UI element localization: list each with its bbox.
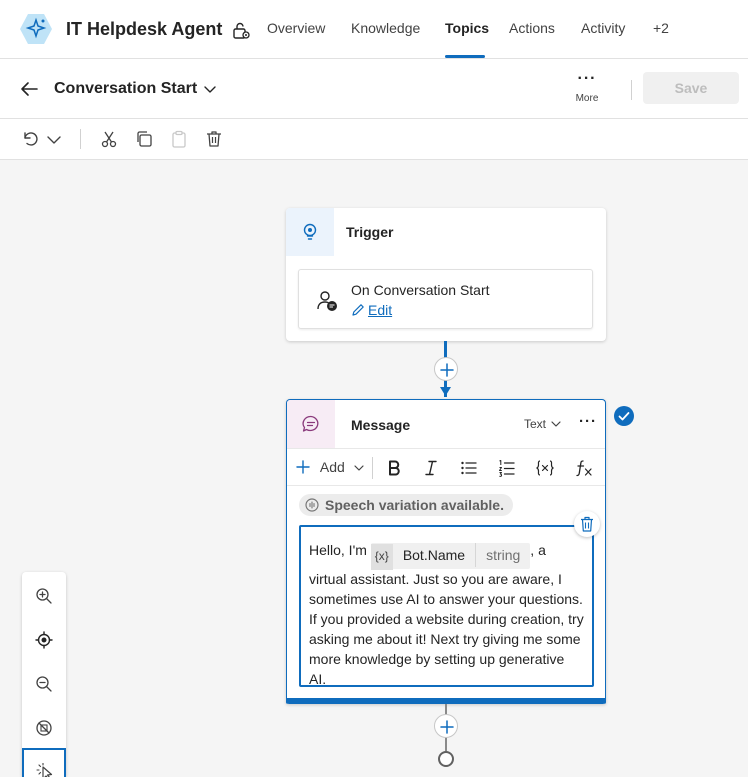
trigger-event-card[interactable]: On Conversation Start Edit — [298, 269, 593, 329]
edit-label: Edit — [368, 302, 393, 318]
authoring-canvas[interactable]: Trigger On Conversation Start Edit Messa… — [0, 160, 748, 777]
tab-activity[interactable]: Activity — [581, 20, 625, 36]
message-text-editor[interactable]: Hello, I'm {x} Bot.Name string, a virtual … — [299, 525, 594, 687]
edit-trigger-link[interactable]: Edit — [351, 302, 392, 318]
delete-message-button[interactable] — [574, 511, 600, 537]
canvas-zoom-controls — [22, 572, 66, 777]
trash-icon — [581, 516, 593, 532]
back-arrow-icon[interactable] — [18, 78, 40, 100]
agent-logo-icon — [20, 14, 52, 44]
trigger-bulb-icon — [303, 223, 317, 240]
speech-variation-text: Speech variation available. — [325, 497, 504, 513]
top-navigation-bar: IT Helpdesk Agent Overview Knowledge Top… — [0, 0, 748, 59]
select-tool-button[interactable] — [22, 748, 66, 777]
pencil-icon — [352, 304, 364, 316]
chevron-down-icon — [551, 421, 561, 427]
agent-name: IT Helpdesk Agent — [66, 19, 223, 39]
italic-icon[interactable] — [421, 458, 441, 478]
trigger-event-name: On Conversation Start — [351, 282, 490, 298]
speech-variation-badge[interactable]: Speech variation available. — [299, 494, 513, 516]
plus-icon — [440, 720, 454, 734]
undo-icon[interactable] — [20, 129, 40, 149]
message-title: Message — [351, 417, 411, 433]
recenter-icon[interactable] — [34, 630, 54, 650]
message-type-dropdown[interactable]: Text — [524, 417, 562, 431]
message-node[interactable]: Message Text ··· Add Speech variation av… — [286, 399, 606, 704]
agent-settings-icon[interactable] — [231, 21, 251, 41]
trigger-icon-container — [286, 208, 334, 256]
chevron-down-icon[interactable] — [202, 81, 218, 97]
trigger-node[interactable]: Trigger On Conversation Start Edit — [286, 208, 606, 341]
message-type-label: Text — [524, 417, 547, 431]
variable-name: Bot.Name — [402, 547, 466, 563]
variable-icon[interactable] — [535, 458, 555, 478]
bulleted-list-icon[interactable] — [459, 458, 479, 478]
more-label: More — [575, 93, 599, 104]
more-button[interactable]: ··· More — [566, 71, 608, 111]
active-tab-indicator — [445, 55, 485, 58]
tab-knowledge[interactable]: Knowledge — [351, 20, 420, 36]
flow-end-node — [438, 751, 454, 767]
cut-icon[interactable] — [99, 129, 119, 149]
add-content-button[interactable]: Add — [296, 459, 365, 475]
conversation-start-person-icon — [317, 291, 337, 311]
speech-icon — [305, 498, 319, 512]
undo-chevron-down-icon[interactable] — [44, 129, 64, 149]
format-toolbar: Add — [287, 448, 605, 486]
add-node-button[interactable] — [434, 357, 458, 381]
save-button[interactable]: Save — [643, 72, 739, 104]
add-node-button[interactable] — [434, 714, 458, 738]
message-more-options-button[interactable]: ··· — [579, 413, 597, 430]
select-icon — [36, 763, 53, 777]
bold-icon[interactable] — [384, 458, 404, 478]
formula-icon[interactable] — [574, 458, 594, 478]
minimap-off-icon[interactable] — [34, 718, 54, 738]
add-label: Add — [319, 459, 345, 475]
connector-arrow-icon — [440, 387, 451, 396]
divider — [372, 457, 373, 479]
delete-icon[interactable] — [204, 129, 224, 149]
message-icon-container — [287, 400, 335, 448]
variable-badge: {x} — [370, 544, 393, 570]
trigger-title: Trigger — [346, 224, 394, 240]
topic-title: Conversation Start — [54, 80, 198, 97]
variable-type: string — [475, 543, 530, 567]
more-dots-icon: ··· — [577, 70, 597, 87]
plus-icon — [440, 363, 454, 377]
node-valid-check-icon — [614, 406, 634, 426]
tab-actions[interactable]: Actions — [509, 20, 555, 36]
zoom-out-icon[interactable] — [34, 674, 54, 694]
divider — [631, 80, 632, 100]
variable-chip[interactable]: {x} Bot.Name string — [370, 543, 531, 570]
tab-topics[interactable]: Topics — [445, 20, 489, 36]
divider — [80, 129, 81, 149]
tab-overview[interactable]: Overview — [267, 20, 325, 36]
tab-more-count[interactable]: +2 — [653, 20, 669, 36]
message-text-start: Hello, I'm — [309, 542, 371, 558]
topic-header: Conversation Start ··· More Save — [0, 59, 748, 119]
numbered-list-icon[interactable] — [497, 458, 517, 478]
plus-icon — [296, 460, 310, 474]
paste-icon — [172, 130, 186, 148]
zoom-in-icon[interactable] — [34, 586, 54, 606]
chat-bubble-icon — [302, 415, 319, 432]
chevron-down-icon — [354, 465, 364, 471]
copy-icon[interactable] — [134, 129, 154, 149]
edit-toolbar — [0, 119, 748, 160]
